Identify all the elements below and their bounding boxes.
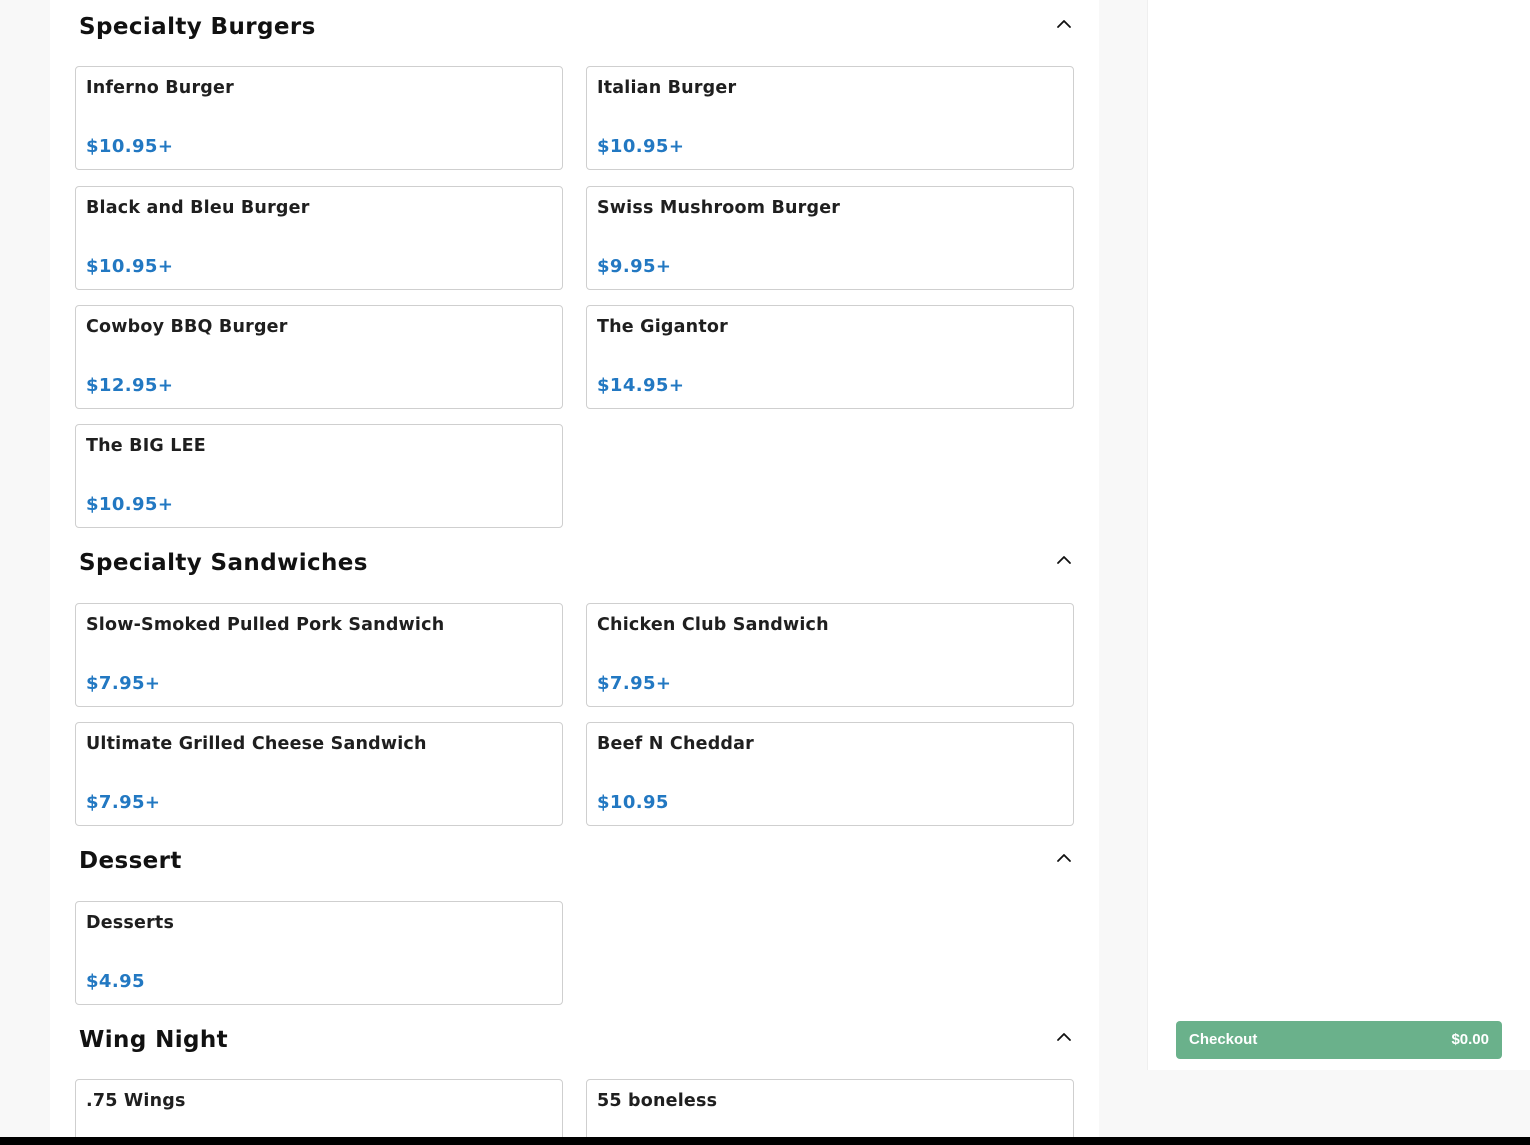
item-price: $10.95: [597, 792, 669, 813]
checkout-label: Checkout: [1189, 1031, 1258, 1048]
item-price: $7.95+: [86, 792, 161, 813]
menu-item-card[interactable]: .75 Wings: [75, 1079, 563, 1145]
menu-item-card[interactable]: Ultimate Grilled Cheese Sandwich $7.95+: [75, 722, 563, 826]
menu-item-card[interactable]: Slow-Smoked Pulled Pork Sandwich $7.95+: [75, 603, 563, 707]
item-name: .75 Wings: [86, 1091, 186, 1111]
cart-panel: [1147, 0, 1530, 1070]
item-name: Chicken Club Sandwich: [597, 615, 829, 635]
cart-total: $0.00: [1451, 1031, 1489, 1048]
item-name: Inferno Burger: [86, 78, 234, 98]
menu-item-card[interactable]: Italian Burger $10.95+: [586, 66, 1074, 170]
menu-item-card[interactable]: Desserts $4.95: [75, 901, 563, 1005]
menu-item-card[interactable]: The BIG LEE $10.95+: [75, 424, 563, 528]
section-dessert: Dessert Desserts $4.95: [75, 834, 1074, 1005]
menu-item-card[interactable]: Cowboy BBQ Burger $12.95+: [75, 305, 563, 409]
menu-item-card[interactable]: Black and Bleu Burger $10.95+: [75, 186, 563, 290]
item-price: $10.95+: [86, 494, 174, 515]
section-title: Specialty Sandwiches: [79, 550, 368, 576]
chevron-up-icon: [1057, 854, 1071, 862]
section-header: Specialty Sandwiches: [75, 536, 1074, 576]
item-name: Desserts: [86, 913, 175, 933]
item-price: $10.95+: [597, 136, 685, 157]
item-name: Ultimate Grilled Cheese Sandwich: [86, 734, 427, 754]
item-name: The Gigantor: [597, 317, 728, 337]
collapse-section-button[interactable]: [1054, 1027, 1074, 1047]
section-title: Dessert: [79, 848, 182, 874]
section-title: Specialty Burgers: [79, 14, 316, 40]
section-title: Wing Night: [79, 1027, 229, 1053]
section-header: Wing Night: [75, 1013, 1074, 1053]
menu-item-card[interactable]: Beef N Cheddar $10.95: [586, 722, 1074, 826]
menu-column: Specialty Burgers Inferno Burger $10.95+…: [50, 0, 1099, 1145]
item-name: Slow-Smoked Pulled Pork Sandwich: [86, 615, 445, 635]
section-header: Specialty Burgers: [75, 0, 1074, 40]
item-price: $12.95+: [86, 375, 174, 396]
section-wing-night: Wing Night .75 Wings 55 boneless: [75, 1013, 1074, 1145]
bottom-bar: [0, 1137, 1530, 1145]
item-price: $4.95: [86, 971, 145, 992]
collapse-section-button[interactable]: [1054, 848, 1074, 868]
item-name: 55 boneless: [597, 1091, 718, 1111]
section-specialty-sandwiches: Specialty Sandwiches Slow-Smoked Pulled …: [75, 536, 1074, 826]
chevron-up-icon: [1057, 1033, 1071, 1041]
menu-item-card[interactable]: The Gigantor $14.95+: [586, 305, 1074, 409]
chevron-up-icon: [1057, 20, 1071, 28]
item-price: $7.95+: [597, 673, 672, 694]
item-price: $7.95+: [86, 673, 161, 694]
checkout-button[interactable]: Checkout $0.00: [1176, 1021, 1502, 1059]
chevron-up-icon: [1057, 556, 1071, 564]
item-name: Swiss Mushroom Burger: [597, 198, 841, 218]
item-price: $9.95+: [597, 256, 672, 277]
item-price: $14.95+: [597, 375, 685, 396]
item-name: Italian Burger: [597, 78, 737, 98]
collapse-section-button[interactable]: [1054, 14, 1074, 34]
item-price: $10.95+: [86, 136, 174, 157]
section-specialty-burgers: Specialty Burgers Inferno Burger $10.95+…: [75, 0, 1074, 528]
item-name: The BIG LEE: [86, 436, 206, 456]
item-price: $10.95+: [86, 256, 174, 277]
item-name: Beef N Cheddar: [597, 734, 754, 754]
menu-item-card[interactable]: Inferno Burger $10.95+: [75, 66, 563, 170]
item-name: Cowboy BBQ Burger: [86, 317, 288, 337]
menu-item-card[interactable]: Chicken Club Sandwich $7.95+: [586, 603, 1074, 707]
collapse-section-button[interactable]: [1054, 550, 1074, 570]
menu-item-card[interactable]: Swiss Mushroom Burger $9.95+: [586, 186, 1074, 290]
section-header: Dessert: [75, 834, 1074, 874]
menu-item-card[interactable]: 55 boneless: [586, 1079, 1074, 1145]
item-name: Black and Bleu Burger: [86, 198, 310, 218]
